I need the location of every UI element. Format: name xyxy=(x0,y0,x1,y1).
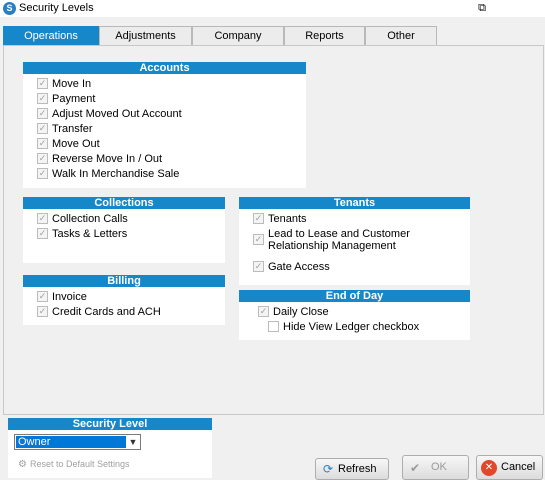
checkmark-icon: ✓ xyxy=(37,228,48,239)
app-icon: S xyxy=(3,2,16,15)
checkmark-icon: ✓ xyxy=(253,261,264,272)
tab-company[interactable]: Company xyxy=(192,26,284,46)
ok-button[interactable]: ✔ OK xyxy=(402,455,469,480)
chevron-down-icon[interactable]: ▼ xyxy=(127,435,139,449)
checkmark-icon: ✓ xyxy=(258,306,269,317)
cancel-button[interactable]: ✕ Cancel xyxy=(476,455,543,480)
checkmark-icon: ✓ xyxy=(37,213,48,224)
refresh-icon: ⟳ xyxy=(322,462,334,476)
tab-adjustments[interactable]: Adjustments xyxy=(99,26,192,46)
end-of-day-header: End of Day xyxy=(239,290,470,302)
empty-checkbox xyxy=(268,321,279,332)
window-title: Security Levels xyxy=(19,2,94,14)
tenants-group: Tenants ✓ Tenants ✓ Lead to Lease and Cus… xyxy=(239,197,470,285)
tenants-header: Tenants xyxy=(239,197,470,209)
checkmark-icon: ✓ xyxy=(37,306,48,317)
title-bar: S Security Levels ⧉ xyxy=(0,0,545,17)
client-area: Operations Adjustments Company Reports O… xyxy=(0,17,545,480)
tab-panel-operations: Accounts ✓ Move In ✓ Payment ✓ Adjust Moved… xyxy=(3,45,544,415)
security-level-value: Owner xyxy=(16,436,126,448)
collections-header: Collections xyxy=(23,197,225,209)
tab-other[interactable]: Other xyxy=(365,26,437,46)
checkmark-icon: ✓ xyxy=(37,153,48,164)
checkmark-icon: ✓ xyxy=(37,108,48,119)
tab-reports[interactable]: Reports xyxy=(284,26,365,46)
billing-group: Billing ✓ Invoice ✓ Credit Cards and ACH xyxy=(23,275,225,325)
billing-header: Billing xyxy=(23,275,225,287)
security-level-group: Security Level Owner ▼ ⚙ Reset to Default… xyxy=(8,418,212,478)
collections-group: Collections ✓ Collection Calls ✓ Tasks & L… xyxy=(23,197,225,263)
accounts-group: Accounts ✓ Move In ✓ Payment ✓ Adjust Moved… xyxy=(23,62,306,188)
checkmark-icon: ✓ xyxy=(37,78,48,89)
security-level-select[interactable]: Owner ▼ xyxy=(14,434,141,450)
checkmark-icon: ✓ xyxy=(37,123,48,134)
checkmark-icon: ✓ xyxy=(253,213,264,224)
checkmark-icon: ✓ xyxy=(37,291,48,302)
checkmark-icon: ✓ xyxy=(37,138,48,149)
refresh-button[interactable]: ⟳ Refresh xyxy=(315,458,389,480)
tab-operations[interactable]: Operations xyxy=(3,26,99,46)
reset-icon: ⚙ xyxy=(18,459,27,470)
checkmark-icon: ✔ xyxy=(409,461,421,475)
reset-defaults-link[interactable]: ⚙ Reset to Default Settings xyxy=(18,458,130,471)
checkmark-icon: ✓ xyxy=(253,234,264,245)
accounts-header: Accounts xyxy=(23,62,306,74)
pin-icon[interactable]: ⧉ xyxy=(475,1,489,15)
cancel-icon: ✕ xyxy=(481,460,497,476)
checkmark-icon: ✓ xyxy=(37,168,48,179)
security-level-header: Security Level xyxy=(8,418,212,430)
checkmark-icon: ✓ xyxy=(37,93,48,104)
end-of-day-group: End of Day ✓ Daily Close Hide View Ledger… xyxy=(239,290,470,340)
